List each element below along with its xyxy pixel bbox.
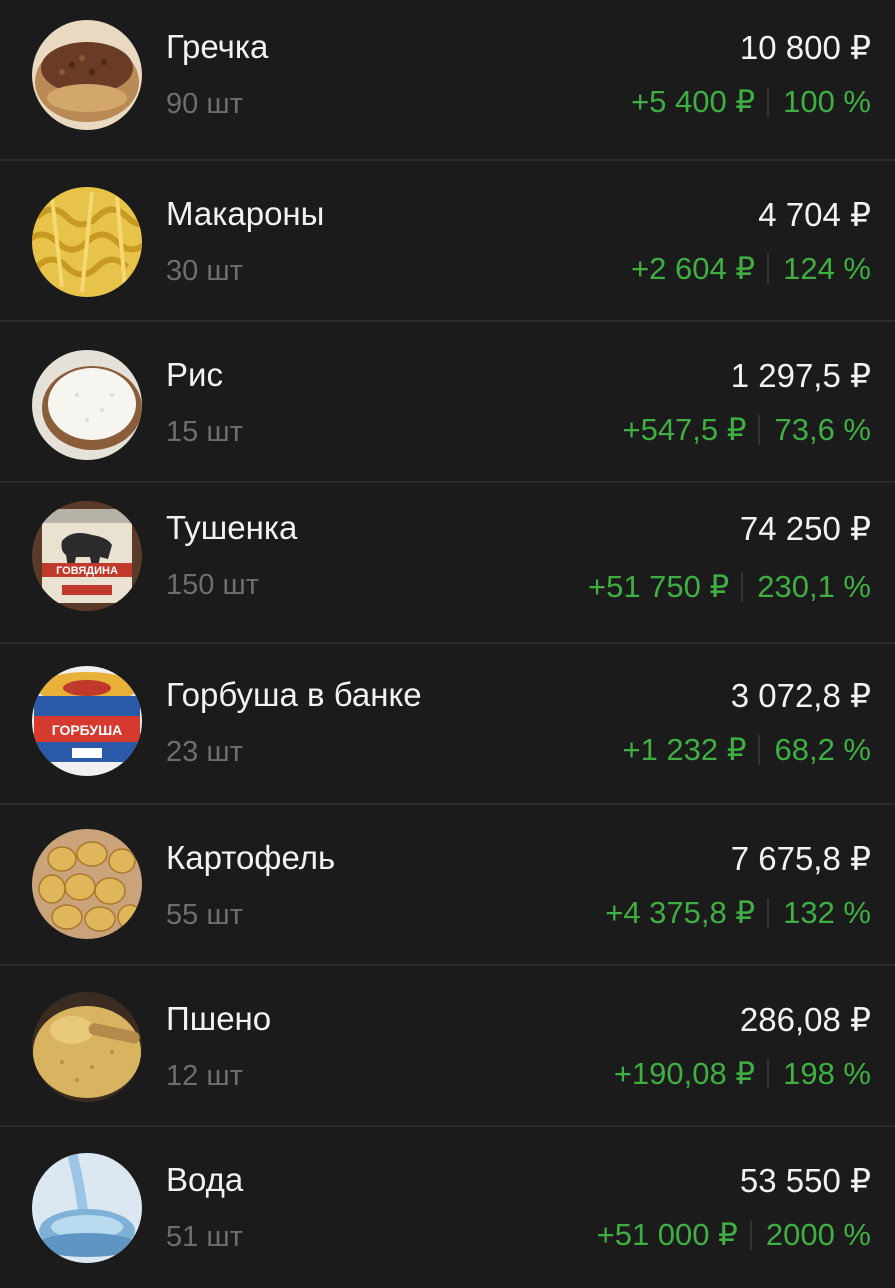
- divider: [767, 898, 770, 928]
- item-profit: +51 000 ₽ 2000 %: [597, 1217, 871, 1253]
- profit-amount: +5 400 ₽: [631, 84, 756, 119]
- divider: [767, 87, 770, 117]
- buckwheat-icon: [32, 20, 142, 130]
- canned-salmon-icon: ГОРБУША: [32, 666, 142, 776]
- item-quantity: 15 шт: [166, 416, 243, 448]
- can-label: ГОВЯДИНА: [56, 565, 118, 577]
- item-quantity: 23 шт: [166, 736, 243, 768]
- millet-icon: [32, 992, 142, 1102]
- list-item-voda[interactable]: Вода 51 шт 53 550 ₽ +51 000 ₽ 2000 %: [0, 1127, 895, 1288]
- profit-amount: +547,5 ₽: [622, 412, 747, 447]
- profit-amount: +2 604 ₽: [631, 251, 756, 286]
- divider: [767, 254, 770, 284]
- item-name: Горбуша в банке: [166, 676, 422, 713]
- profit-amount: +51 750 ₽: [587, 569, 730, 604]
- portfolio-list: Гречка 90 шт 10 800 ₽ +5 400 ₽ 100 % Мака…: [0, 0, 895, 1280]
- item-total-value: 10 800 ₽: [739, 29, 871, 66]
- item-quantity: 30 шт: [166, 255, 243, 287]
- item-total-value: 286,08 ₽: [739, 1001, 871, 1038]
- item-total-value: 1 297,5 ₽: [730, 357, 871, 394]
- item-name: Вода: [166, 1161, 244, 1198]
- profit-percent: 198 %: [783, 1056, 871, 1091]
- canned-beef-icon: ГОВЯДИНА: [32, 501, 142, 611]
- item-quantity: 90 шт: [166, 88, 243, 120]
- profit-percent: 68,2 %: [774, 732, 871, 767]
- can-label: ГОРБУША: [52, 722, 123, 738]
- item-total-value: 74 250 ₽: [739, 510, 871, 547]
- profit-percent: 132 %: [783, 895, 871, 930]
- profit-amount: +190,08 ₽: [613, 1056, 756, 1091]
- item-profit: +5 400 ₽ 100 %: [631, 84, 871, 120]
- item-profit: +547,5 ₽ 73,6 %: [622, 412, 871, 448]
- item-profit: +51 750 ₽ 230,1 %: [588, 569, 871, 605]
- item-name: Пшено: [166, 1000, 272, 1037]
- divider: [758, 415, 761, 445]
- potato-icon: [32, 829, 142, 939]
- profit-amount: +4 375,8 ₽: [605, 895, 756, 930]
- profit-percent: 73,6 %: [774, 412, 871, 447]
- item-name: Тушенка: [166, 509, 298, 546]
- item-total-value: 4 704 ₽: [758, 196, 871, 233]
- divider: [741, 572, 744, 602]
- item-name: Картофель: [166, 839, 336, 876]
- item-quantity: 51 шт: [166, 1221, 243, 1253]
- item-name: Гречка: [166, 28, 269, 65]
- item-quantity: 55 шт: [166, 899, 243, 931]
- water-icon: [32, 1153, 142, 1263]
- item-profit: +4 375,8 ₽ 132 %: [605, 895, 871, 931]
- list-item-kartofel[interactable]: Картофель 55 шт 7 675,8 ₽ +4 375,8 ₽ 132 …: [0, 805, 895, 966]
- item-name: Рис: [166, 356, 223, 393]
- profit-percent: 100 %: [783, 84, 871, 119]
- list-item-ris[interactable]: Рис 15 шт 1 297,5 ₽ +547,5 ₽ 73,6 %: [0, 322, 895, 483]
- profit-percent: 124 %: [783, 251, 871, 286]
- profit-percent: 230,1 %: [757, 569, 871, 604]
- profit-percent: 2000 %: [765, 1217, 871, 1252]
- item-profit: +2 604 ₽ 124 %: [631, 251, 871, 287]
- item-quantity: 12 шт: [166, 1060, 243, 1092]
- pasta-icon: [32, 187, 142, 297]
- list-item-gorbusha[interactable]: ГОРБУША Горбуша в банке 23 шт 3 072,8 ₽ …: [0, 644, 895, 805]
- list-item-psheno[interactable]: Пшено 12 шт 286,08 ₽ +190,08 ₽ 198 %: [0, 966, 895, 1127]
- item-total-value: 7 675,8 ₽: [730, 840, 871, 877]
- rice-icon: [32, 350, 142, 460]
- divider: [758, 735, 761, 765]
- profit-amount: +1 232 ₽: [622, 732, 747, 767]
- divider: [749, 1220, 752, 1250]
- list-item-tushenka[interactable]: ГОВЯДИНА Тушенка 150 шт 74 250 ₽ +51 750…: [0, 483, 895, 644]
- item-profit: +190,08 ₽ 198 %: [614, 1056, 871, 1092]
- item-name: Макароны: [166, 195, 325, 232]
- list-item-grechka[interactable]: Гречка 90 шт 10 800 ₽ +5 400 ₽ 100 %: [0, 0, 895, 161]
- profit-amount: +51 000 ₽: [596, 1217, 738, 1252]
- item-quantity: 150 шт: [166, 569, 259, 601]
- divider: [767, 1059, 770, 1089]
- item-total-value: 53 550 ₽: [739, 1162, 871, 1199]
- item-total-value: 3 072,8 ₽: [730, 677, 871, 714]
- list-item-makarony[interactable]: Макароны 30 шт 4 704 ₽ +2 604 ₽ 124 %: [0, 161, 895, 322]
- item-profit: +1 232 ₽ 68,2 %: [622, 732, 871, 768]
